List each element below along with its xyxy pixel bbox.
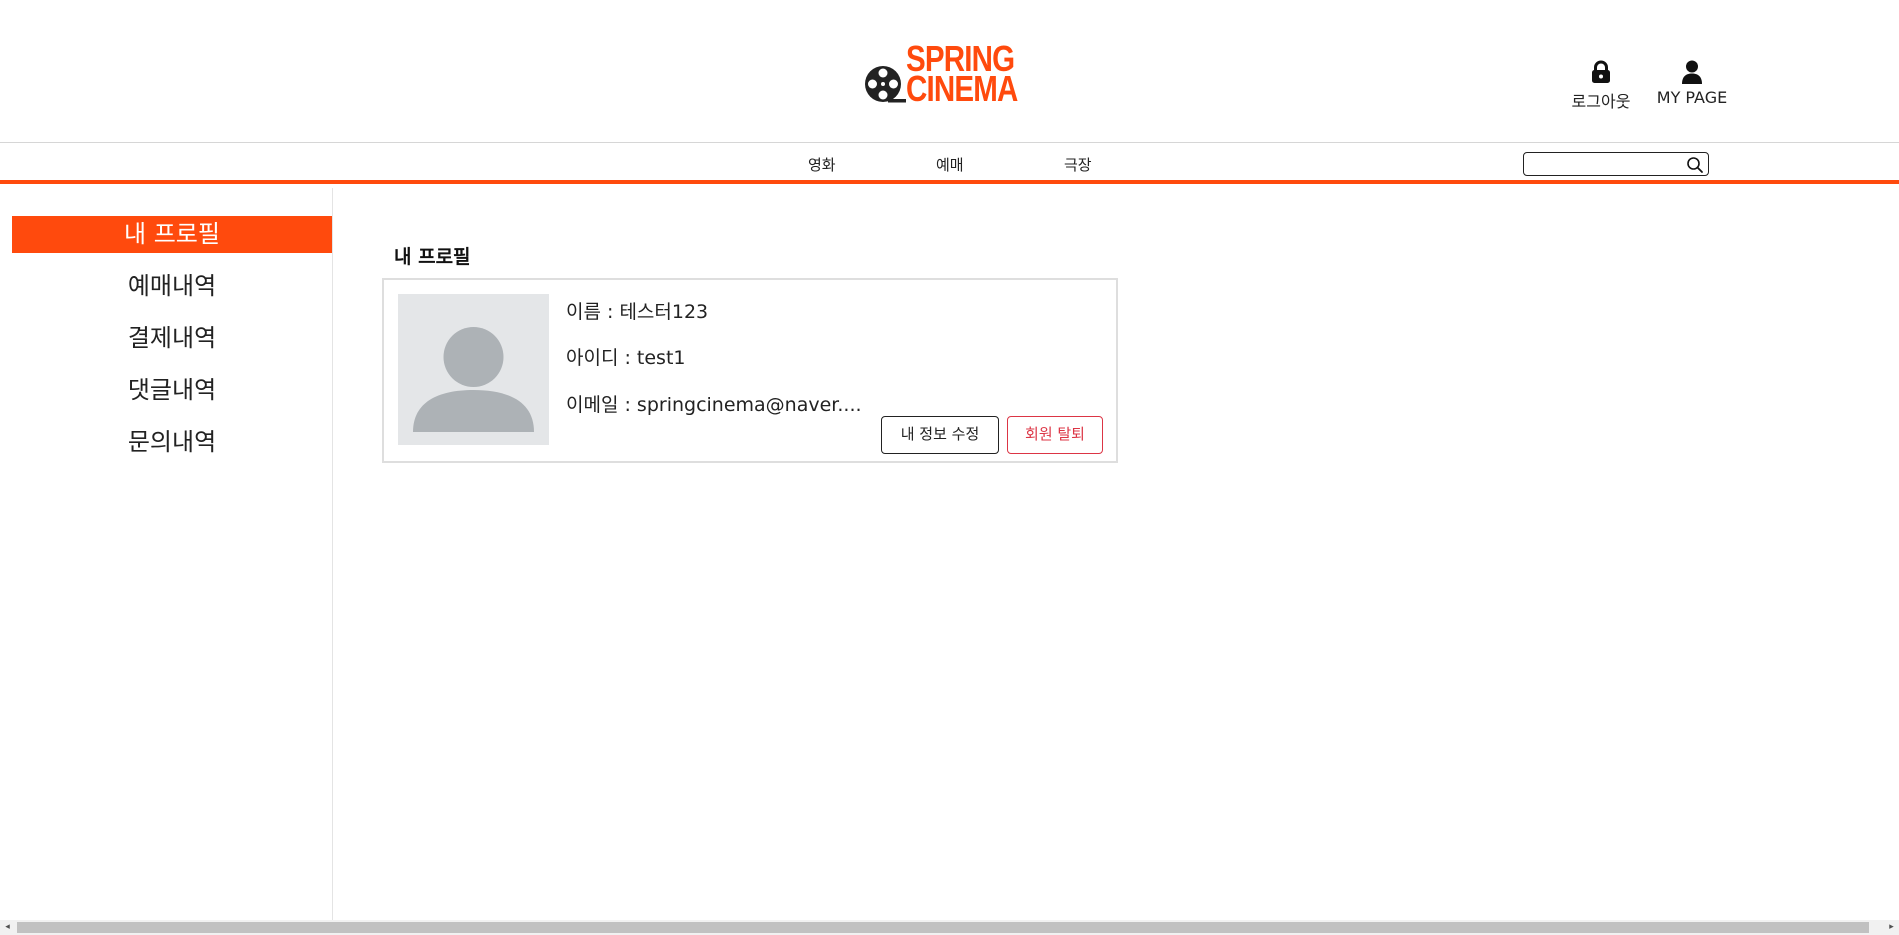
mypage-button[interactable]: MY PAGE xyxy=(1654,60,1730,107)
profile-name: 이름 : 테스터123 xyxy=(566,301,709,323)
scrollbar-thumb[interactable] xyxy=(17,922,1869,933)
default-avatar-icon xyxy=(413,327,534,432)
sidebar-item-booking-history[interactable]: 예매내역 xyxy=(12,268,332,305)
user-icon xyxy=(1682,60,1702,84)
sidebar-item-comment-history[interactable]: 댓글내역 xyxy=(12,372,332,409)
scroll-right-arrow-icon[interactable]: ▸ xyxy=(1884,920,1899,935)
nav-item-theater[interactable]: 극장 xyxy=(1064,154,1092,175)
avatar xyxy=(398,294,549,445)
sidebar-item-inquiry-history[interactable]: 문의내역 xyxy=(12,424,332,461)
search-input[interactable] xyxy=(1528,155,1678,173)
profile-card: 이름 : 테스터123 아이디 : test1 이메일 : springcine… xyxy=(382,278,1118,463)
edit-profile-button[interactable]: 내 정보 수정 xyxy=(881,416,999,454)
lock-icon xyxy=(1592,60,1610,83)
search-icon[interactable] xyxy=(1686,156,1704,174)
spring-cinema-logo[interactable]: SPRING CINEMA xyxy=(862,40,1032,112)
withdraw-button[interactable]: 회원 탈퇴 xyxy=(1007,416,1103,454)
film-reel-icon xyxy=(865,66,906,103)
profile-id: 아이디 : test1 xyxy=(566,347,686,369)
main-nav: 영화 예매 극장 xyxy=(0,144,1899,184)
logout-label: 로그아웃 xyxy=(1571,92,1631,111)
mypage-sidebar: 내 프로필 예매내역 결제내역 댓글내역 문의내역 xyxy=(0,188,333,920)
nav-item-booking[interactable]: 예매 xyxy=(936,154,964,175)
sidebar-item-payment-history[interactable]: 결제내역 xyxy=(12,320,332,357)
sidebar-item-profile[interactable]: 내 프로필 xyxy=(12,216,332,253)
search-box xyxy=(1523,152,1709,176)
logout-button[interactable]: 로그아웃 xyxy=(1566,60,1636,112)
logo-wordmark: SPRING CINEMA xyxy=(906,41,1018,109)
profile-email: 이메일 : springcinema@naver.... xyxy=(566,394,862,416)
scroll-left-arrow-icon[interactable]: ◂ xyxy=(0,920,15,935)
page-title: 내 프로필 xyxy=(394,246,471,268)
site-header: SPRING CINEMA 로그아웃 MY PAGE xyxy=(0,0,1899,143)
mypage-label: MY PAGE xyxy=(1656,88,1728,107)
nav-item-movie[interactable]: 영화 xyxy=(808,154,836,175)
logo-line-cinema: CINEMA xyxy=(906,68,1018,109)
horizontal-scrollbar[interactable]: ◂ ▸ xyxy=(0,920,1899,935)
